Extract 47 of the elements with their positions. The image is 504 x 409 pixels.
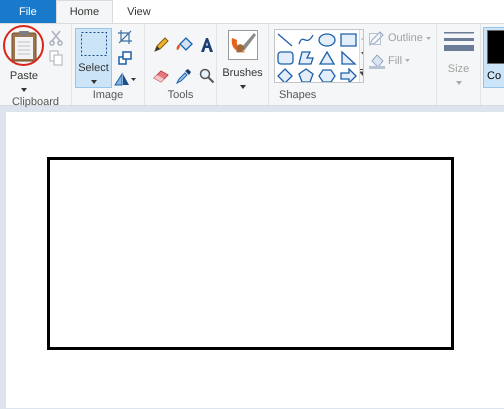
caret-icon <box>405 59 410 62</box>
selection-icon <box>80 31 108 57</box>
ribbon-tab[interactable]: View <box>113 0 165 23</box>
scissors-icon <box>49 30 63 46</box>
brush-icon <box>228 30 258 60</box>
file-menu-tab[interactable]: File <box>0 0 56 23</box>
paint-bucket-icon <box>175 37 193 53</box>
arrow-shape-icon[interactable] <box>339 68 357 82</box>
polygon-shape-icon[interactable] <box>297 50 315 66</box>
diamond-shape-icon[interactable] <box>276 68 294 82</box>
triangle-shape-icon[interactable] <box>318 50 336 66</box>
eyedropper-icon <box>176 68 192 84</box>
color-swatch <box>487 30 504 64</box>
line-shape-icon[interactable] <box>276 32 294 48</box>
ribbon-tab[interactable]: Home <box>56 0 114 23</box>
paste-button[interactable]: Paste <box>3 27 45 94</box>
group-label: Shapes <box>278 88 318 103</box>
caret-icon <box>456 80 462 84</box>
rotate-icon <box>114 72 136 86</box>
color-1-button[interactable]: Co <box>483 27 504 88</box>
rounded-rectangle-shape-icon[interactable] <box>276 50 294 66</box>
pencil-icon <box>369 30 385 46</box>
caret-icon <box>21 88 27 92</box>
clipboard-icon <box>11 30 37 62</box>
hexagon-shape-icon[interactable] <box>318 68 336 82</box>
eraser-icon <box>153 69 169 83</box>
group-label: Clipboard <box>10 94 60 110</box>
shapes-gallery[interactable] <box>274 29 364 83</box>
pentagon-shape-icon[interactable] <box>297 68 315 82</box>
resize-icon <box>118 51 132 65</box>
copy-icon <box>49 50 63 66</box>
select-button[interactable]: Select <box>75 28 112 88</box>
right-triangle-shape-icon[interactable] <box>339 50 357 66</box>
caret-icon <box>90 80 96 84</box>
pencil-icon <box>153 37 169 53</box>
letter-a-icon <box>199 37 215 53</box>
oval-shape-icon[interactable] <box>318 32 336 48</box>
rotate-button[interactable] <box>114 72 136 86</box>
brushes-button[interactable]: Brushes <box>219 27 266 92</box>
crop-icon <box>118 30 132 44</box>
magnifier-icon <box>199 68 215 84</box>
paint-bucket-icon <box>369 52 385 69</box>
caret-icon <box>426 36 431 40</box>
group-label: Image <box>92 88 124 103</box>
rectangle-shape-icon[interactable] <box>339 32 357 48</box>
caret-icon <box>240 84 246 88</box>
group-label: Tools <box>166 88 194 103</box>
